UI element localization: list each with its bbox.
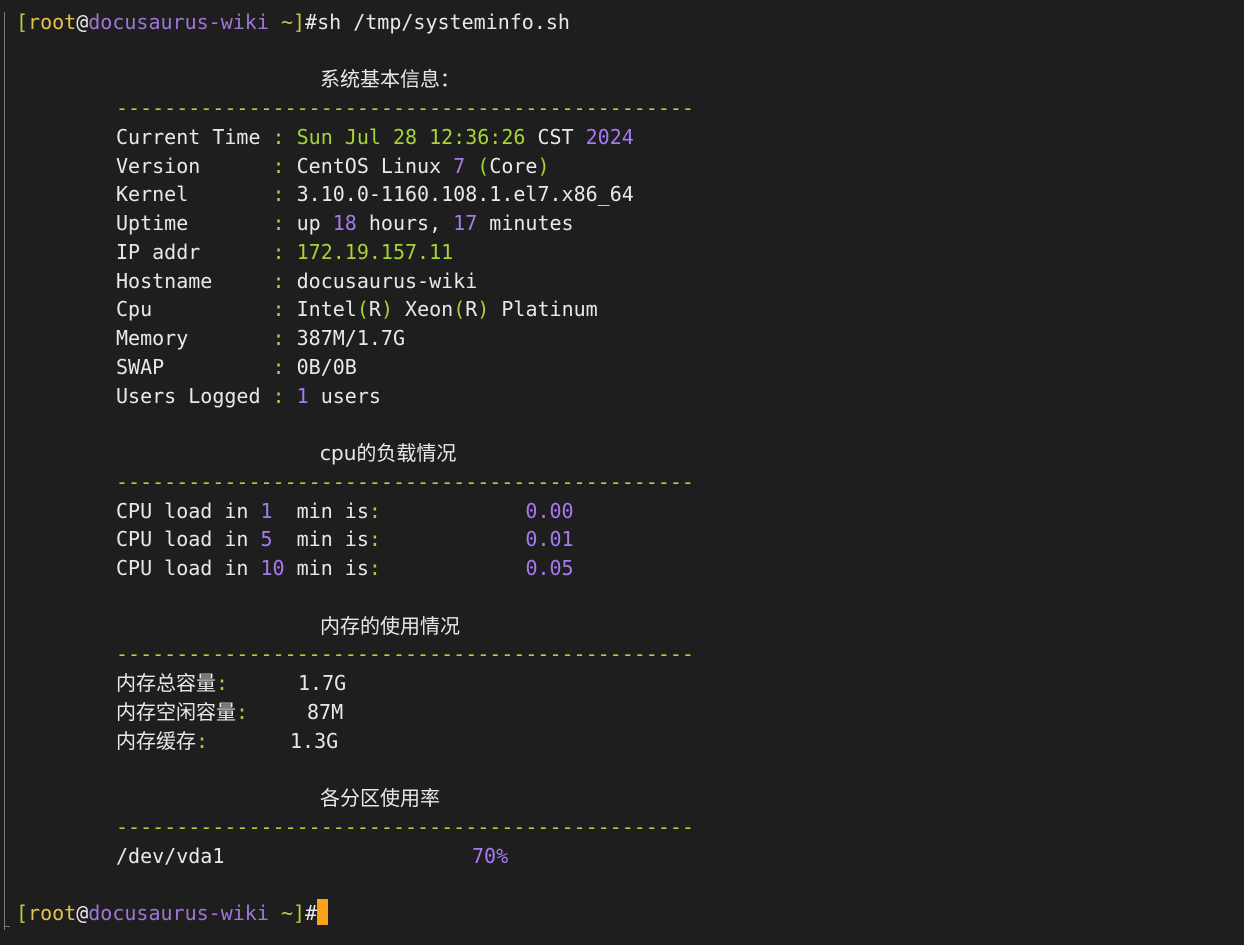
- row-cpu: Cpu : Intel(R) Xeon(R) Platinum: [116, 297, 598, 321]
- terminal-window[interactable]: [root@docusaurus-wiki ~]# sh /tmp/systemi…: [0, 0, 1244, 945]
- prompt-line[interactable]: [root@docusaurus-wiki ~]#: [16, 899, 329, 927]
- memory-usage-row: 内存空闲容量:: [116, 700, 249, 724]
- row-swap: SWAP : 0B/0B: [116, 355, 357, 379]
- cpu-load-row: CPU load in 10 min is: 0.05: [116, 556, 574, 580]
- divider-cpu-load: ----------------------------------------…: [116, 470, 694, 494]
- memory-usage-value: 1.3G: [290, 729, 339, 753]
- row-ip-addr: IP addr : 172.19.157.11: [116, 240, 454, 264]
- memory-usage-row: 内存缓存:: [116, 729, 209, 753]
- divider-memory-usage: ----------------------------------------…: [116, 642, 694, 666]
- memory-usage-value: 87M: [307, 700, 344, 724]
- scroll-edge: [4, 12, 5, 930]
- divider-partition: ----------------------------------------…: [116, 815, 694, 839]
- row-memory: Memory : 387M/1.7G: [116, 326, 405, 350]
- scroll-edge-cap: [4, 926, 10, 927]
- command-line: [root@docusaurus-wiki ~]#sh /tmp/systemi…: [16, 10, 570, 34]
- text-cursor: [317, 899, 329, 925]
- row-uptime: Uptime : up 18 hours, 17 minutes: [116, 211, 574, 235]
- divider-system: ----------------------------------------…: [116, 96, 694, 120]
- row-hostname: Hostname : docusaurus-wiki: [116, 269, 478, 293]
- cpu-load-row: CPU load in 1 min is: 0.00: [116, 499, 574, 523]
- row-users-logged: Users Logged : 1 users: [116, 384, 381, 408]
- cpu-load-row: CPU load in 5 min is: 0.01: [116, 527, 574, 551]
- row-kernel: Kernel : 3.10.0-1160.108.1.el7.x86_64: [116, 182, 634, 206]
- memory-usage-row: 内存总容量:: [116, 671, 229, 695]
- row-version: Version : CentOS Linux 7 (Core): [116, 154, 550, 178]
- section-title-partition: 各分区使用率: [320, 786, 440, 810]
- section-title-system: 系统基本信息：: [320, 67, 460, 91]
- row-current-time: Current Time : Sun Jul 28 12:36:26 CST 2…: [116, 125, 634, 149]
- section-title-cpu-load: cpu的负载情况: [320, 441, 457, 465]
- command-text: sh /tmp/systeminfo.sh: [317, 10, 570, 34]
- partition-usage: 70%: [472, 844, 509, 868]
- memory-usage-value: 1.7G: [298, 671, 347, 695]
- section-title-memory-usage: 内存的使用情况: [320, 614, 460, 638]
- partition-device: /dev/vda1: [116, 844, 225, 868]
